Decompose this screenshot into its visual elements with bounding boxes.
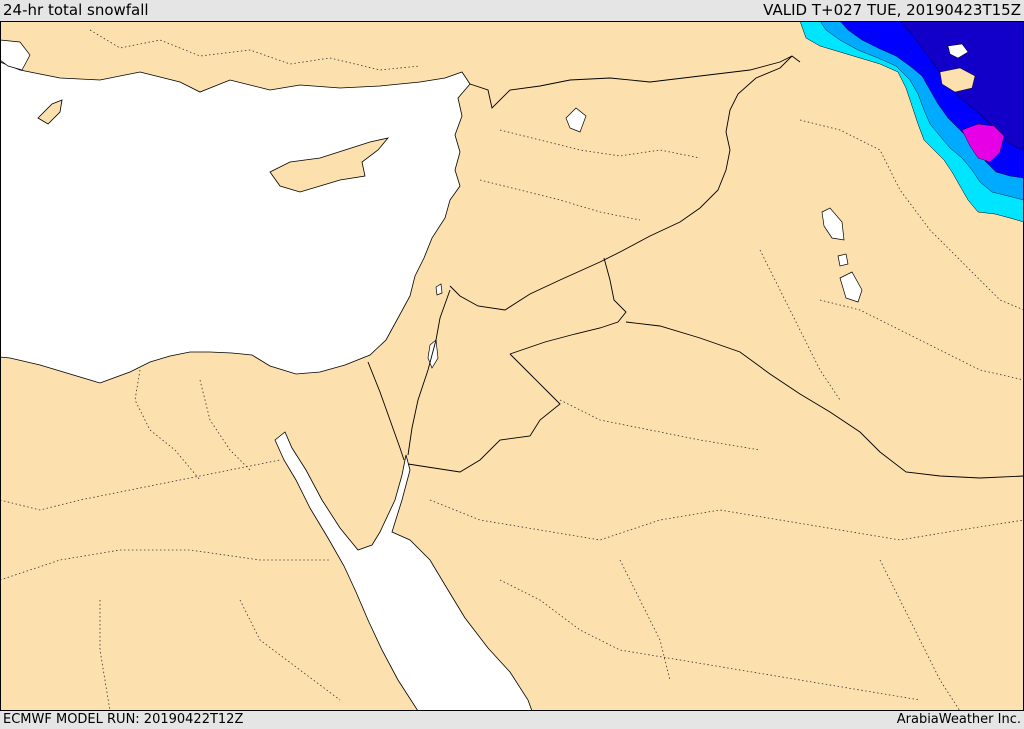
map-title: 24-hr total snowfall (3, 1, 149, 19)
credit-label: ArabiaWeather Inc. (896, 712, 1021, 727)
snowfall-map (0, 21, 1024, 711)
lake-habbaniyah (837, 253, 849, 267)
valid-time: VALID T+027 TUE, 20190423T15Z (763, 1, 1021, 19)
header-bar: 24-hr total snowfall VALID T+027 TUE, 20… (0, 0, 1024, 21)
model-run-label: ECMWF MODEL RUN: 20190422T12Z (3, 712, 244, 727)
footer-bar: ECMWF MODEL RUN: 20190422T12Z ArabiaWeat… (0, 711, 1024, 729)
